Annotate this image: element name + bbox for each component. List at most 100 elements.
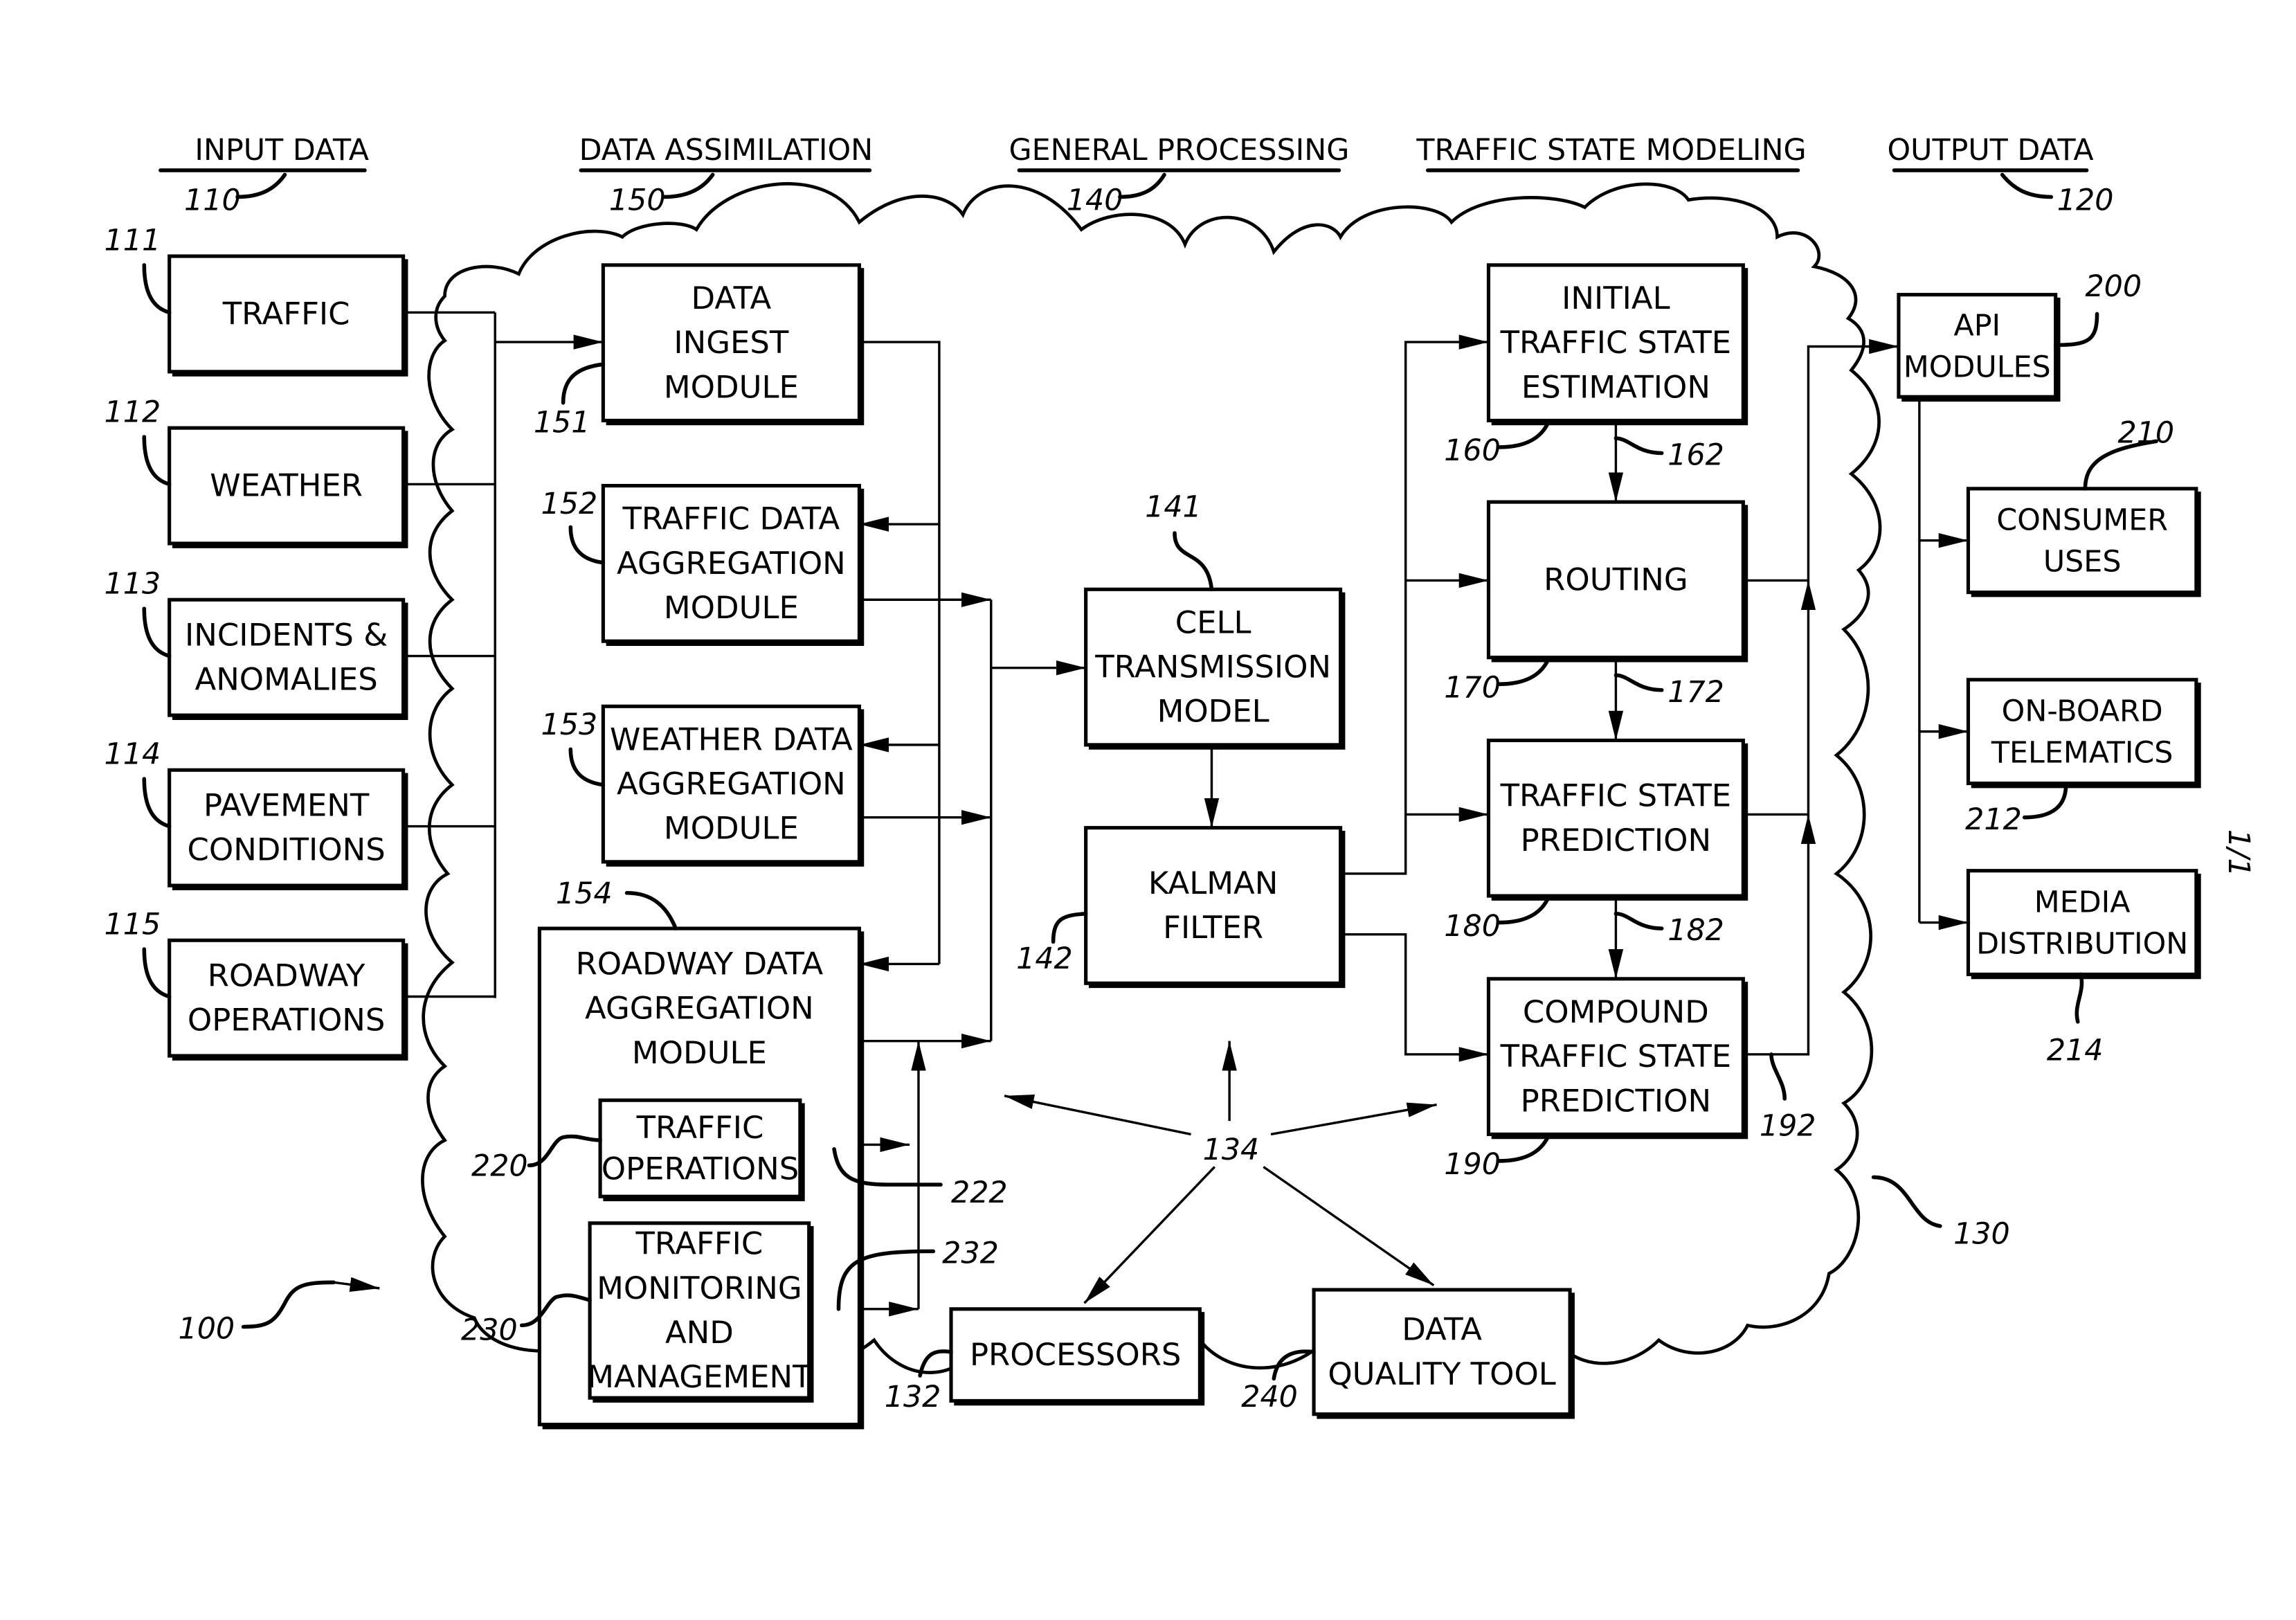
leader-160 [1497, 421, 1550, 449]
leader-100-arrow [333, 1277, 380, 1293]
resource-box-240-label: QUALITY TOOL [1328, 1356, 1555, 1392]
input-box-112-label: WEATHER [210, 467, 363, 504]
ref-192: 192 [1760, 1109, 1816, 1144]
assimilation-box-151: DATA INGEST MODULE [601, 263, 865, 426]
processing-box-142-frame [1084, 826, 1343, 985]
ref-130: 130 [1953, 1217, 2010, 1252]
ref-114: 114 [105, 737, 161, 772]
input-box-111-label: TRAFFIC [222, 295, 350, 332]
output-box-214: MEDIA DISTRIBUTION [1966, 869, 2201, 980]
leader-170 [1497, 658, 1550, 686]
resource-box-240-frame [1312, 1288, 1572, 1416]
leader-150 [662, 172, 715, 199]
leader-114 [142, 777, 172, 829]
modeling-box-180: TRAFFIC STATE PREDICTION [1486, 738, 1748, 901]
output-box-212-label: TELEMATICS [1991, 736, 2173, 771]
star-arrow-left [1004, 1094, 1191, 1136]
output-box-200-label: API [1953, 308, 2000, 343]
modeling-box-180-frame [1486, 738, 1745, 898]
leader-142 [1051, 911, 1088, 944]
modeling-box-170-label: ROUTING [1544, 561, 1688, 597]
ref-132: 132 [885, 1380, 941, 1414]
ref-153: 153 [541, 708, 598, 742]
wire-to-api [1807, 339, 1899, 581]
ref-212: 212 [1965, 802, 2022, 837]
leader-153 [568, 747, 606, 787]
input-box-114-label: PAVEMENT [204, 787, 370, 824]
leader-140 [1118, 172, 1166, 199]
leader-112 [142, 435, 172, 487]
input-box-113-label: ANOMALIES [195, 661, 378, 698]
assimilation-box-152-label: AGGREGATION [617, 545, 846, 582]
sub-box-230: TRAFFIC MONITORING AND MANAGEMENT [587, 1221, 814, 1403]
wire-kalman-to-190 [1340, 933, 1489, 1062]
modeling-box-160-label: INITIAL [1562, 280, 1670, 316]
ref-170: 170 [1444, 670, 1501, 705]
header-output-data: OUTPUT DATA [1888, 133, 2094, 168]
sub-box-230-label: TRAFFIC [635, 1225, 763, 1262]
ref-110: 110 [184, 183, 241, 218]
header-data-assimilation: DATA ASSIMILATION [579, 133, 874, 168]
assimilation-box-151-label: DATA [691, 280, 772, 316]
roadway-box-label: AGGREGATION [585, 990, 814, 1027]
ref-112: 112 [105, 395, 161, 430]
ref-214: 214 [2047, 1033, 2104, 1068]
processing-box-142-label: KALMAN [1148, 865, 1278, 901]
resource-box-240: DATA QUALITY TOOL [1312, 1288, 1575, 1419]
ref-240: 240 [1241, 1380, 1298, 1414]
sub-box-220: TRAFFIC OPERATIONS [598, 1098, 805, 1202]
ref-222: 222 [951, 1176, 1008, 1210]
assimilation-box-152-label: MODULE [664, 589, 799, 626]
processing-box-141: CELL TRANSMISSION MODEL [1084, 587, 1346, 750]
leader-192 [1769, 1052, 1787, 1101]
input-box-112: WEATHER [168, 426, 408, 548]
output-box-210-label: CONSUMER [1996, 503, 2168, 538]
output-box-200: API MODULES [1897, 293, 2061, 402]
processing-box-142: KALMAN FILTER [1084, 826, 1346, 989]
modeling-box-180-label: TRAFFIC STATE [1500, 777, 1732, 814]
header-input-data: INPUT DATA [195, 133, 369, 168]
ref-210: 210 [2118, 416, 2175, 451]
ref-180: 180 [1444, 909, 1501, 944]
wire-kalman-to-160 [1340, 334, 1489, 875]
resource-box-132: PROCESSORS [949, 1307, 1205, 1406]
ref-232: 232 [942, 1236, 999, 1271]
ref-151: 151 [534, 406, 590, 440]
output-box-212-label: ON-BOARD [2002, 694, 2163, 729]
leader-212 [2022, 782, 2068, 820]
input-box-113: INCIDENTS & ANOMALIES [168, 597, 408, 720]
leader-130 [1871, 1175, 1942, 1228]
assimilation-box-152: TRAFFIC DATA AGGREGATION MODULE [601, 484, 865, 647]
leader-172 [1613, 673, 1664, 692]
leader-111 [142, 263, 172, 315]
assimilation-box-151-label: INGEST [674, 324, 789, 361]
modeling-box-170: ROUTING [1486, 500, 1748, 663]
leader-120 [2000, 172, 2054, 199]
modeling-box-160-label: TRAFFIC STATE [1500, 324, 1732, 361]
ref-182: 182 [1667, 913, 1724, 948]
output-box-212: ON-BOARD TELEMATICS [1966, 678, 2201, 789]
ref-111: 111 [105, 223, 161, 258]
processing-box-141-label: TRANSMISSION [1094, 649, 1331, 685]
input-box-114-label: CONDITIONS [188, 831, 386, 868]
processing-box-142-label: FILTER [1163, 909, 1263, 946]
wire-190-up [1743, 814, 1816, 1056]
input-box-115: ROADWAY OPERATIONS [168, 938, 408, 1061]
output-box-214-label: DISTRIBUTION [1976, 926, 2188, 961]
leader-190 [1497, 1135, 1550, 1163]
ref-172: 172 [1667, 675, 1724, 710]
leader-154 [624, 891, 678, 930]
bus-ingest-down [859, 341, 941, 964]
header-general-processing: GENERAL PROCESSING [1009, 133, 1349, 168]
header-traffic-state-modeling: TRAFFIC STATE MODELING [1416, 133, 1806, 168]
ref-134: 134 [1203, 1133, 1260, 1167]
ref-160: 160 [1444, 433, 1501, 468]
leader-151 [561, 362, 606, 405]
assimilation-box-153-label: WEATHER DATA [610, 721, 853, 757]
sub-box-230-label: MANAGEMENT [587, 1358, 812, 1395]
leader-152 [568, 525, 606, 565]
assimilation-box-152-label: TRAFFIC DATA [622, 501, 840, 537]
processing-box-141-label: CELL [1175, 604, 1251, 640]
star-arrow-right [1270, 1102, 1437, 1136]
output-box-214-label: MEDIA [2034, 885, 2131, 920]
